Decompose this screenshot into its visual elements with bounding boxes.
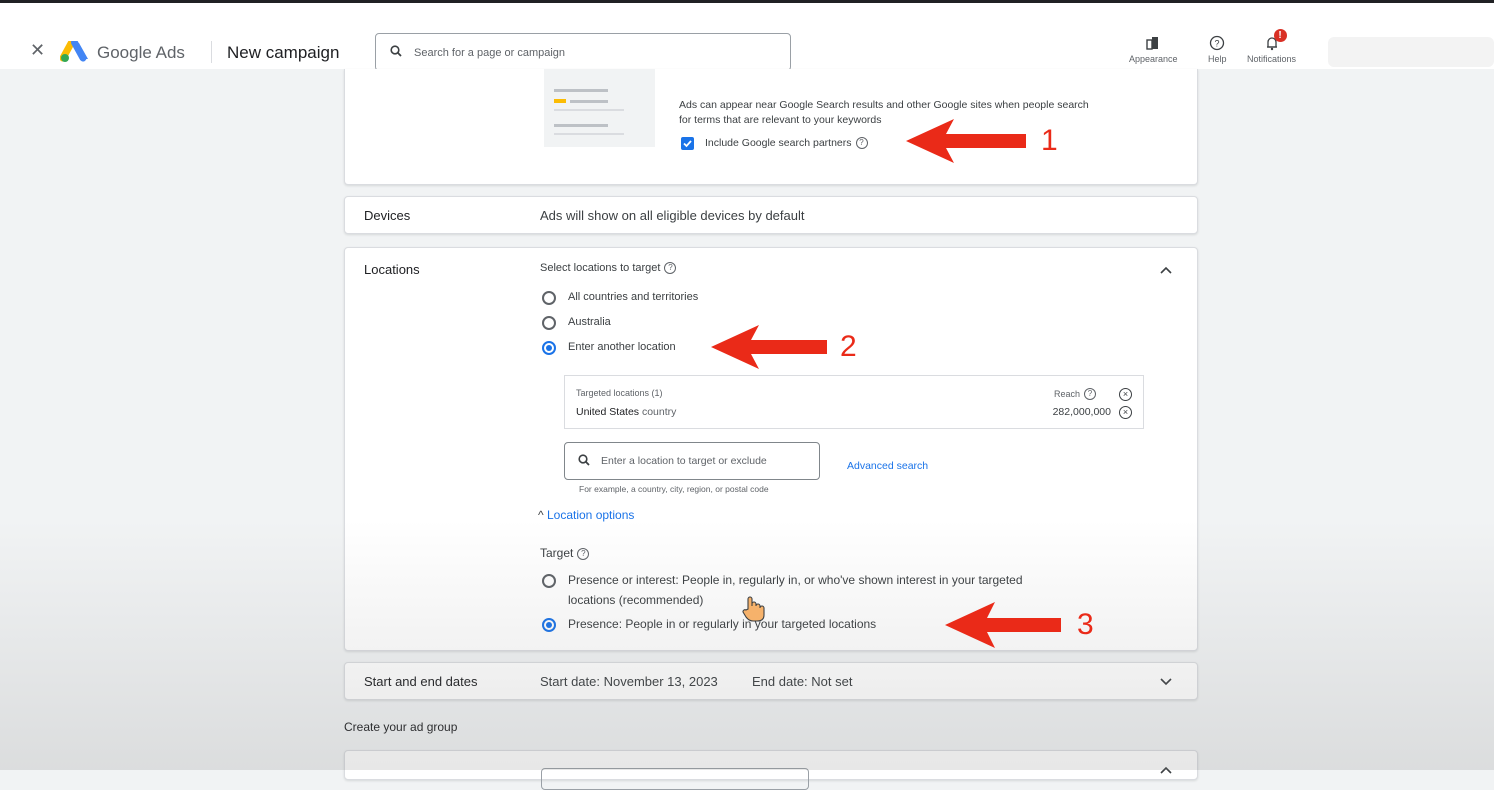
help-icon: ? <box>1210 35 1225 51</box>
dates-card[interactable]: Start and end dates Start date: November… <box>344 662 1198 700</box>
advanced-search-link[interactable]: Advanced search <box>847 460 928 472</box>
ad-group-name-field[interactable] <box>541 768 809 790</box>
option-presence-or-interest-line2: locations (recommended) <box>568 593 704 607</box>
header-divider <box>211 41 212 63</box>
targeted-locations-box: Targeted locations (1) Reach? × United S… <box>564 375 1144 429</box>
search-icon <box>390 45 402 57</box>
search-partners-row: Include Google search partners? <box>705 137 868 149</box>
remove-all-icon[interactable]: × <box>1119 388 1132 401</box>
location-options-label: Location options <box>546 508 635 522</box>
devices-label: Devices <box>364 208 411 223</box>
search-partners-checkbox[interactable] <box>681 137 694 150</box>
google-ads-logo-icon <box>60 41 88 62</box>
brand-name: Google Ads <box>97 43 185 62</box>
appearance-button[interactable]: Appearance <box>1129 35 1178 64</box>
target-heading: Target? <box>540 546 590 560</box>
network-description-line1: Ads can appear near Google Search result… <box>679 99 1089 111</box>
radio-enter-another-location[interactable] <box>542 341 556 355</box>
annotation-number-3: 3 <box>1077 608 1094 641</box>
help-button[interactable]: ? Help <box>1208 35 1227 64</box>
chevron-up-icon[interactable] <box>1159 265 1173 275</box>
devices-summary: Ads will show on all eligible devices by… <box>540 208 805 223</box>
global-search-box[interactable] <box>375 33 791 71</box>
search-network-illustration <box>544 69 655 147</box>
search-partners-label: Include Google search partners <box>705 137 852 149</box>
top-app-bar: ✕ Google Ads New campaign Appearance ? H… <box>0 3 1494 71</box>
location-search-hint: For example, a country, city, region, or… <box>579 484 769 494</box>
notifications-button[interactable]: ! Notifications <box>1247 29 1297 64</box>
select-locations-heading: Select locations to target? <box>540 262 677 274</box>
hand-cursor-icon <box>742 596 765 622</box>
help-icon[interactable]: ? <box>577 548 590 560</box>
devices-card[interactable]: Devices Ads will show on all eligible de… <box>344 196 1198 234</box>
appearance-label: Appearance <box>1129 54 1178 64</box>
ad-group-heading: Create your ad group <box>344 720 458 734</box>
close-icon[interactable]: ✕ <box>30 41 45 59</box>
svg-text:?: ? <box>1215 39 1220 49</box>
help-icon[interactable]: ? <box>664 262 677 274</box>
locations-label: Locations <box>364 262 420 277</box>
chevron-down-icon[interactable] <box>1159 677 1173 687</box>
start-date-summary: Start date: November 13, 2023 <box>540 674 718 689</box>
networks-card: Ads can appear near Google Search result… <box>344 69 1198 185</box>
help-icon[interactable]: ? <box>855 137 868 149</box>
annotation-arrow-1 <box>906 119 1026 163</box>
checkmark-icon <box>683 140 692 148</box>
radio-all-countries[interactable] <box>542 291 556 305</box>
location-search-box[interactable]: Enter a location to target or exclude <box>564 442 820 480</box>
account-selector[interactable] <box>1328 37 1494 67</box>
end-date-summary: End date: Not set <box>752 674 853 689</box>
option-australia: Australia <box>568 316 611 328</box>
dates-label: Start and end dates <box>364 674 478 689</box>
reach-header: Reach? <box>1054 388 1096 400</box>
page-title: New campaign <box>227 43 340 62</box>
targeted-locations-header: Targeted locations (1) <box>576 388 663 398</box>
location-search-placeholder: Enter a location to target or exclude <box>601 455 767 467</box>
option-presence-or-interest-line1: Presence or interest: People in, regular… <box>568 573 1023 587</box>
global-search-input[interactable] <box>412 42 776 64</box>
ad-group-card <box>344 750 1198 790</box>
appearance-icon <box>1146 37 1159 50</box>
option-all-countries: All countries and territories <box>568 291 699 303</box>
annotation-number-2: 2 <box>840 330 857 363</box>
option-enter-another-location: Enter another location <box>568 341 676 353</box>
reach-label: Reach <box>1053 389 1080 399</box>
notification-badge: ! <box>1273 29 1287 42</box>
annotation-number-1: 1 <box>1041 124 1058 157</box>
radio-australia[interactable] <box>542 316 556 330</box>
targeted-location-name: United States <box>576 406 640 418</box>
remove-location-icon[interactable]: × <box>1119 406 1132 419</box>
targeted-location-type: country <box>641 406 677 418</box>
notifications-label: Notifications <box>1247 54 1297 64</box>
radio-presence[interactable] <box>542 618 556 632</box>
radio-presence-or-interest[interactable] <box>542 574 556 588</box>
location-options-toggle[interactable]: ^ Location options <box>538 508 634 522</box>
network-description-line2: for terms that are relevant to your keyw… <box>679 114 882 126</box>
option-presence: Presence: People in or regularly in your… <box>568 617 877 631</box>
chevron-up-icon[interactable] <box>1159 765 1173 775</box>
targeted-location-reach: 282,000,000 <box>1052 406 1111 418</box>
help-label: Help <box>1208 54 1227 64</box>
chevron-up-icon: ^ <box>538 508 544 522</box>
annotation-arrow-3 <box>945 602 1061 648</box>
search-icon <box>578 454 590 466</box>
locations-card: Locations Select locations to target? Al… <box>344 247 1198 651</box>
targeted-location-row: United States country <box>576 406 676 418</box>
annotation-arrow-2 <box>711 325 827 369</box>
target-label: Target <box>540 546 574 560</box>
select-locations-label: Select locations to target <box>540 262 661 274</box>
help-icon[interactable]: ? <box>1084 388 1096 400</box>
